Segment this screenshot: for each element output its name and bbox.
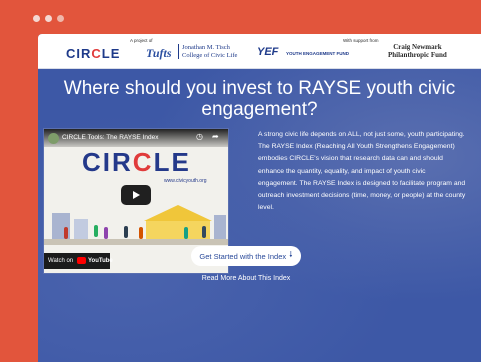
tisch-line2: College of Civic Life (182, 51, 238, 59)
video-logo-mid: C (132, 147, 154, 177)
watch-later-icon[interactable]: ◷ (196, 132, 203, 141)
page-title: Where should you invest to RAYSE youth c… (63, 78, 456, 120)
watch-on-label: Watch on (48, 258, 74, 264)
video-circle-logo: CIRCLE (82, 147, 191, 178)
browser-viewport: A project of With support from CIRCLE Tu… (38, 34, 481, 362)
arrow-down-icon: 🠗 (289, 250, 293, 259)
partner-logos-bar: A project of With support from CIRCLE Tu… (38, 34, 481, 69)
play-button[interactable] (121, 185, 151, 205)
tisch-line1: Jonathan M. Tisch (182, 44, 230, 51)
video-logo-post: LE (153, 147, 191, 177)
get-started-button[interactable]: Get Started with the Index 🠗 (191, 246, 301, 266)
circle-logo-pre: CIR (66, 46, 92, 61)
index-description: A strong civic life depends on ALL, not … (258, 131, 466, 212)
youtube-label: YouTube (88, 258, 113, 264)
video-thumbnail-illustration (44, 205, 228, 245)
craig-line2: Philanthropic Fund (388, 51, 447, 59)
yef-subtitle: YOUTH ENGAGEMENT FUND (286, 51, 349, 56)
tufts-logo[interactable]: Tufts (146, 46, 172, 61)
video-logo-pre: CIR (82, 147, 133, 177)
craig-newmark-logo[interactable]: Craig Newmark Philanthropic Fund (388, 43, 447, 59)
video-title[interactable]: CIRCLE Tools: The RAYSE Index (62, 134, 158, 141)
close-dot-icon[interactable] (33, 15, 40, 22)
channel-avatar[interactable] (48, 133, 59, 144)
watch-on-youtube-button[interactable]: Watch on YouTube (44, 253, 113, 269)
tisch-college-logo[interactable]: Jonathan M. Tisch College of Civic Life (178, 44, 237, 59)
share-icon[interactable]: ➦ (212, 132, 219, 141)
circle-logo[interactable]: CIRCLE (66, 46, 120, 61)
project-label: A project of (130, 38, 153, 43)
video-title-bar: CIRCLE Tools: The RAYSE Index ◷ ➦ (44, 129, 228, 147)
youtube-icon (77, 257, 86, 264)
minimize-dot-icon[interactable] (45, 15, 52, 22)
window-frame: A project of With support from CIRCLE Tu… (0, 0, 481, 362)
support-label: With support from (343, 38, 379, 43)
circle-logo-mid: C (91, 46, 102, 61)
craig-line1: Craig Newmark (393, 43, 442, 51)
yef-logo[interactable]: YEF (257, 46, 278, 58)
circle-logo-post: LE (101, 46, 121, 61)
read-more-link[interactable]: Read More About This Index (166, 275, 326, 282)
window-controls (33, 15, 64, 22)
maximize-dot-icon[interactable] (57, 15, 64, 22)
video-url: www.civicyouth.org (164, 178, 207, 184)
get-started-label: Get Started with the Index (199, 251, 287, 261)
